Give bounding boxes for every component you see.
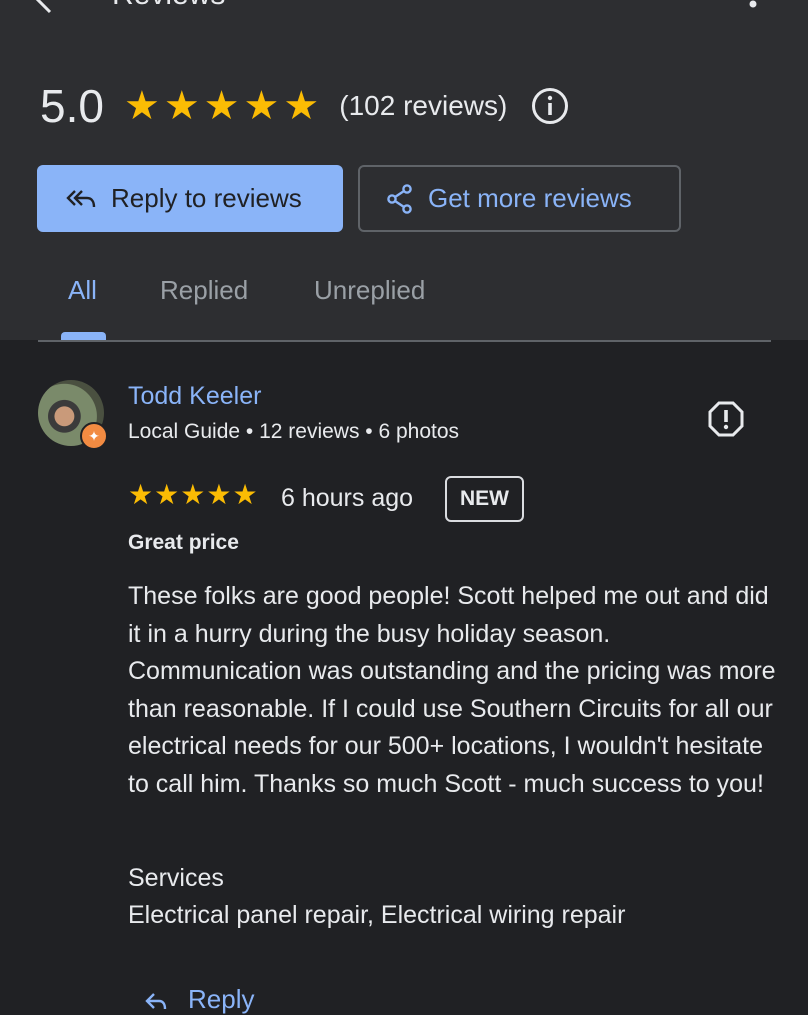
review-count: (102 reviews): [339, 90, 508, 121]
avatar[interactable]: ✦: [38, 380, 108, 450]
rating-value: 5.0: [40, 80, 104, 132]
reviewer-name[interactable]: Todd Keeler: [128, 382, 261, 411]
star-icon: ★: [180, 479, 206, 510]
star-icon: ★: [243, 84, 280, 128]
star-icon: ★: [128, 479, 154, 510]
reply-to-reviews-label: Reply to reviews: [111, 183, 302, 213]
reply-all-icon: [66, 189, 96, 207]
rating-stars: ★ ★ ★ ★ ★: [124, 86, 323, 126]
get-more-reviews-label: Get more reviews: [428, 183, 632, 213]
rating-summary: 5.0 ★ ★ ★ ★ ★ (102 reviews): [40, 76, 569, 136]
star-icon: ★: [203, 84, 240, 128]
new-badge: NEW: [445, 476, 524, 522]
tab-unreplied[interactable]: Unreplied: [314, 275, 425, 306]
local-guide-badge-icon: ✦: [80, 422, 108, 450]
info-icon[interactable]: [531, 87, 569, 125]
star-icon: ★: [283, 84, 320, 128]
review-title: Great price: [128, 531, 239, 554]
star-icon: ★: [123, 84, 160, 128]
review-stars: ★ ★ ★ ★ ★: [128, 481, 259, 509]
tab-all[interactable]: All: [68, 275, 97, 306]
review-time: 6 hours ago: [281, 484, 414, 512]
services-label: Services: [128, 864, 224, 892]
arrow-back-icon[interactable]: [34, 0, 54, 21]
get-more-reviews-button[interactable]: Get more reviews: [358, 165, 681, 232]
reviews-header: Reviews 5.0 ★ ★ ★ ★ ★ (102 reviews) Repl…: [0, 0, 808, 340]
star-icon: ★: [163, 84, 200, 128]
more-vert-icon[interactable]: [748, 0, 758, 15]
tab-indicator: [61, 332, 106, 340]
tab-replied[interactable]: Replied: [160, 275, 248, 306]
reply-to-reviews-button[interactable]: Reply to reviews: [37, 165, 343, 232]
services-value: Electrical panel repair, Electrical wiri…: [128, 901, 626, 929]
star-icon: ★: [206, 479, 232, 510]
divider: [38, 340, 771, 342]
share-icon: [387, 183, 412, 214]
report-icon[interactable]: [707, 400, 745, 443]
star-icon: ★: [154, 479, 180, 510]
review-body: These folks are good people! Scott helpe…: [128, 582, 776, 798]
star-icon: ★: [232, 479, 258, 510]
page-title: Reviews: [112, 0, 225, 12]
reviewer-meta: Local Guide • 12 reviews • 6 photos: [128, 420, 460, 443]
